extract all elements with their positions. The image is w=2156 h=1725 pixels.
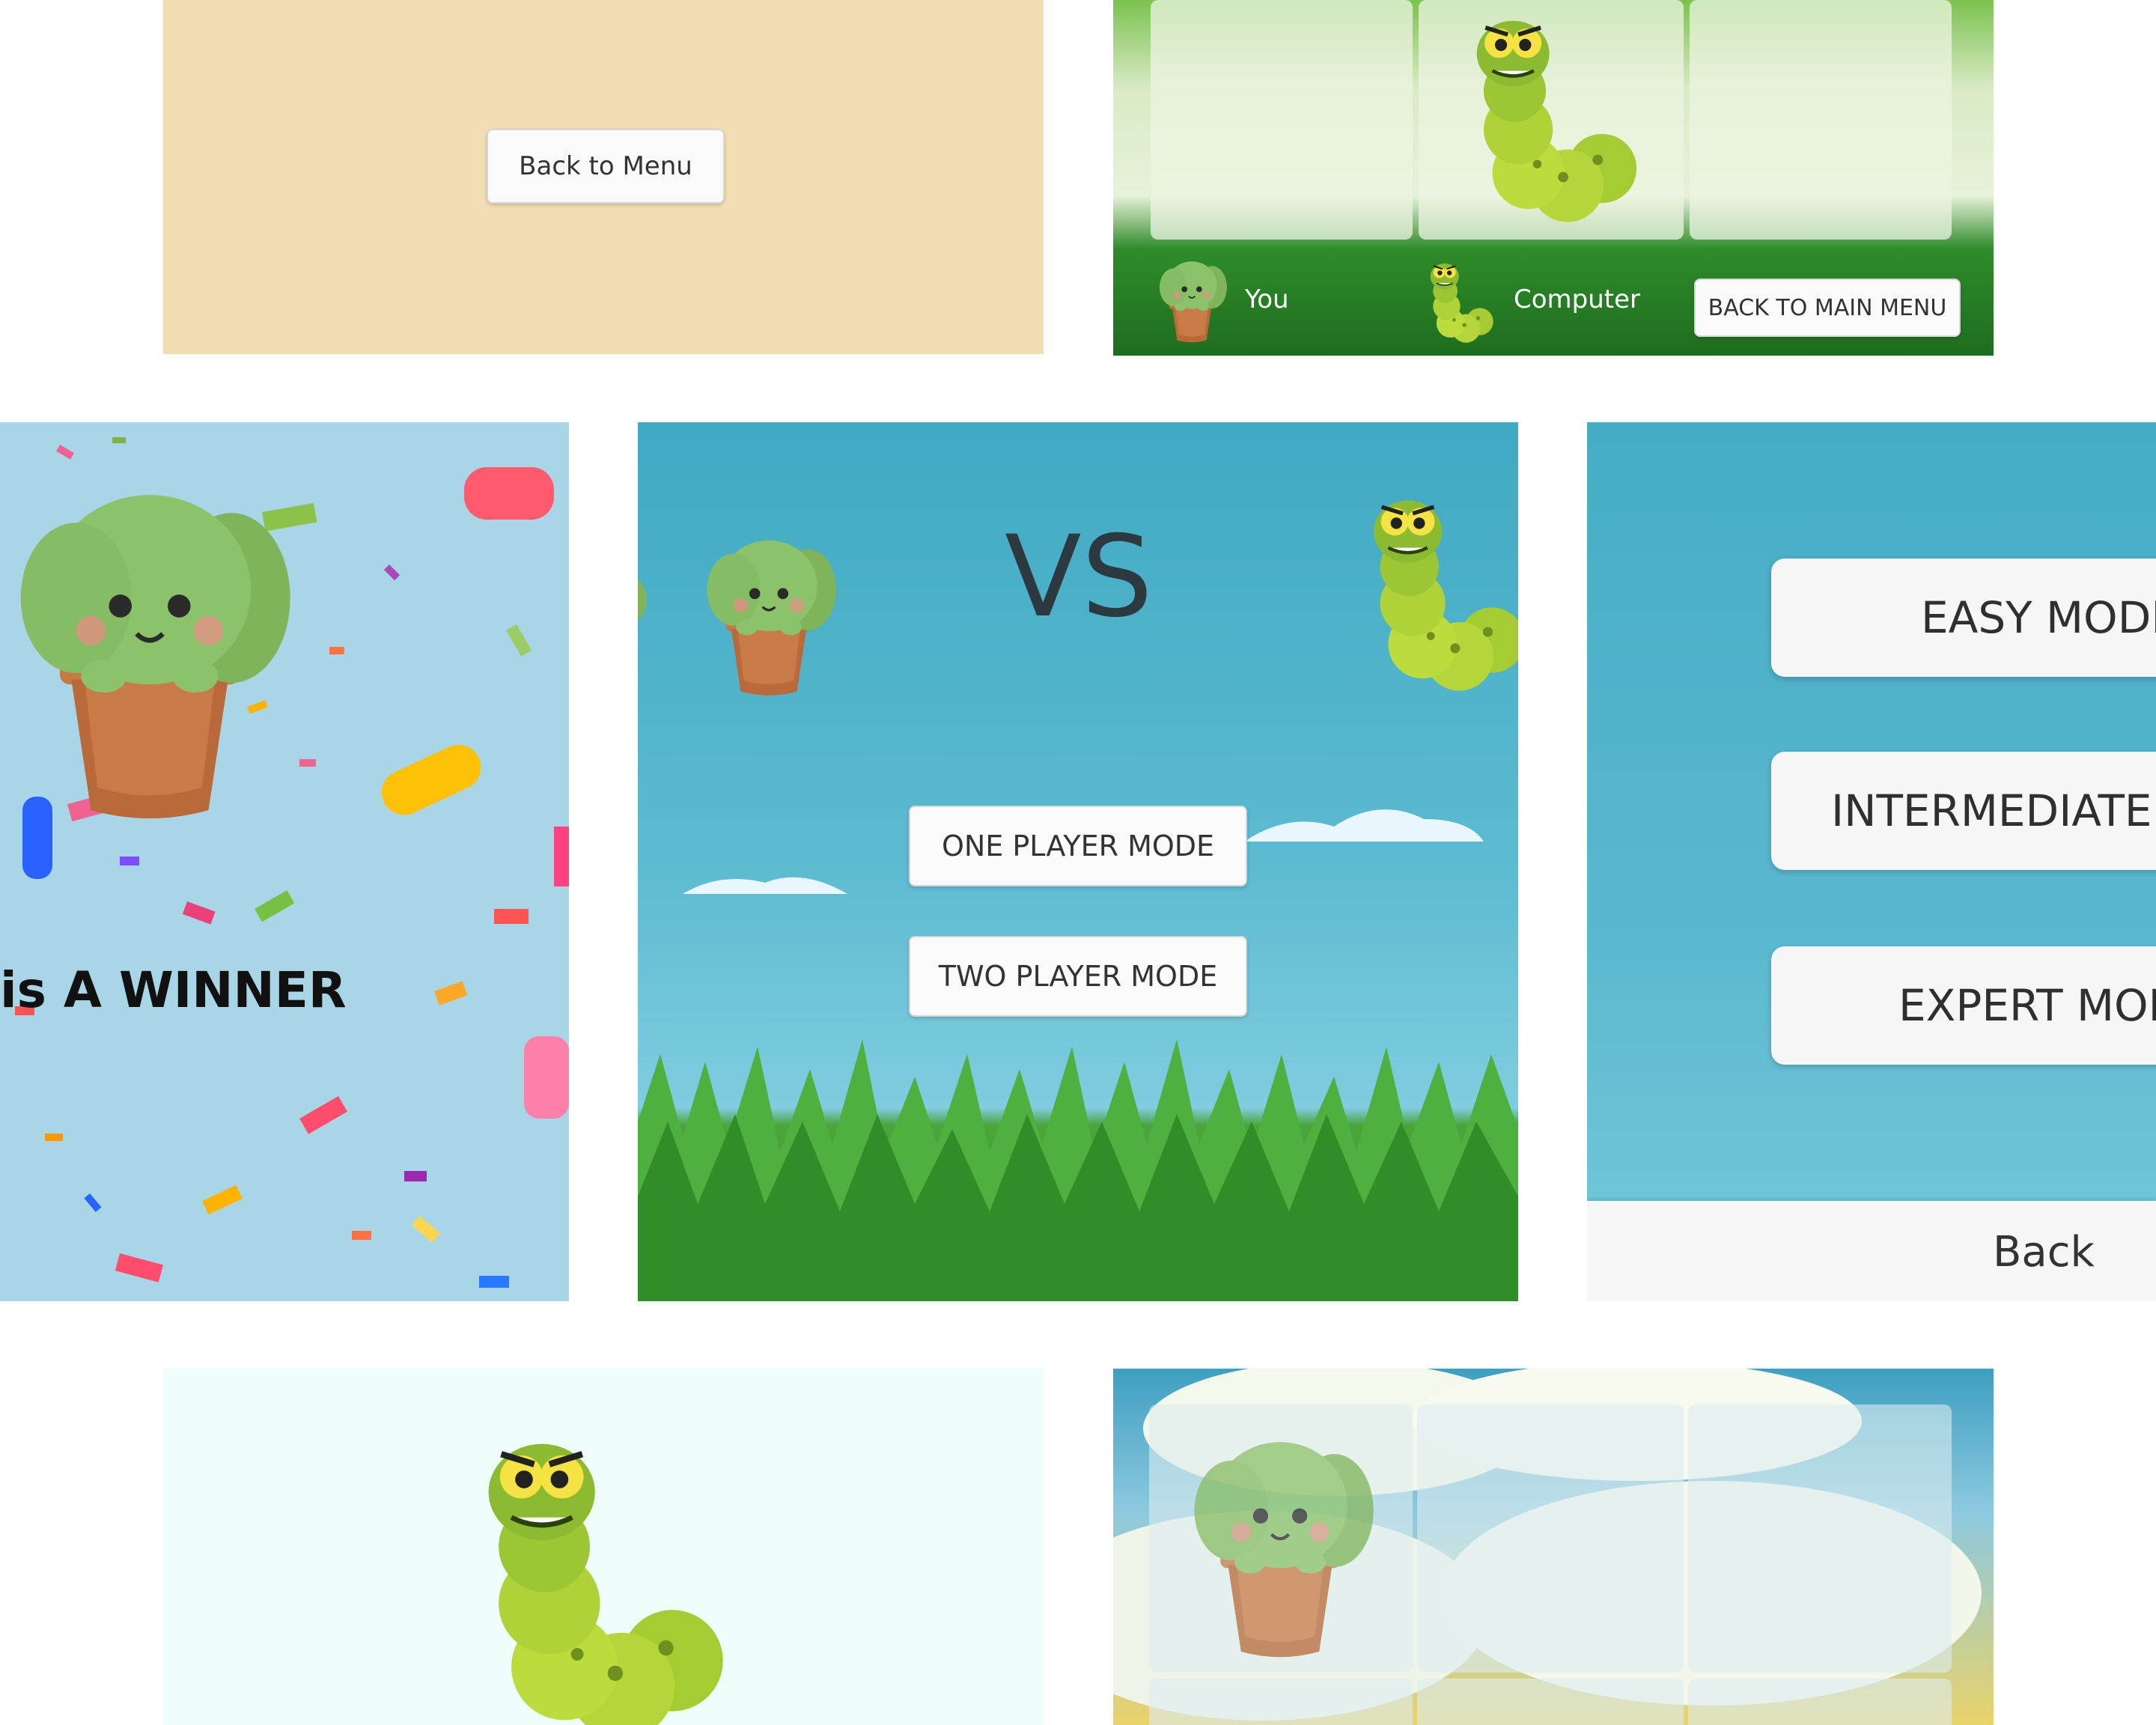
vs-text: VS [1005,512,1153,642]
board-cell[interactable] [1690,0,1952,240]
back-to-main-menu-button[interactable]: BACK TO MAIN MENU [1694,279,1961,337]
difficulty-back-bar[interactable]: Back [1587,1201,2156,1301]
one-player-mode-button[interactable]: ONE PLAYER MODE [909,806,1247,886]
two-player-mode-button[interactable]: TWO PLAYER MODE [909,936,1247,1017]
difficulty-screen: EASY MODE INTERMEDIATE M EXPERT MODI Bac… [1587,422,2156,1301]
caterpillar-character-icon [1434,0,1658,225]
board-cell[interactable] [1688,1679,1952,1725]
board-cell[interactable] [1149,1679,1413,1725]
intermediate-mode-button[interactable]: INTERMEDIATE M [1771,752,2156,870]
menu-return-screen: Back to Menu [163,0,1044,354]
board-cell[interactable] [1688,1405,1952,1673]
cactus-character-icon [690,527,847,699]
cactus-character-icon [0,467,314,827]
winner-text: is A WINNER [0,961,347,1019]
board-cell[interactable] [1417,1405,1684,1673]
caterpillar-splash-screen [163,1369,1044,1725]
caterpillar-character-icon [448,1414,732,1725]
cloud-icon [683,877,847,894]
grass-decoration [638,1039,1518,1301]
cloud-icon [1244,809,1484,842]
back-button-label: Back [1993,1228,2095,1277]
game-board-grass-screen: You Computer BACK TO MAIN MENU [1113,0,1994,356]
caterpillar-character-icon [1420,255,1495,344]
player-you-label: You [1245,285,1289,314]
board-cell[interactable] [1419,0,1684,240]
cactus-character-icon [1172,1420,1389,1667]
board-cell[interactable] [1149,1405,1413,1673]
easy-mode-button[interactable]: EASY MODE [1771,559,2156,677]
cactus-character-icon [1151,255,1233,344]
cactus-character-icon [638,527,698,699]
board-cell[interactable] [1417,1679,1684,1725]
player-computer-label: Computer [1514,285,1641,314]
title-screen: VS ONE PLAYER MODE TWO PLAYER MODE [638,422,1518,1301]
winner-screen: is A WINNER [0,422,569,1301]
board-cell[interactable] [1151,0,1413,240]
caterpillar-character-icon [1349,475,1518,699]
back-to-menu-button[interactable]: Back to Menu [487,129,725,204]
expert-mode-button[interactable]: EXPERT MODI [1771,946,2156,1065]
game-board-sky-screen [1113,1369,1994,1725]
